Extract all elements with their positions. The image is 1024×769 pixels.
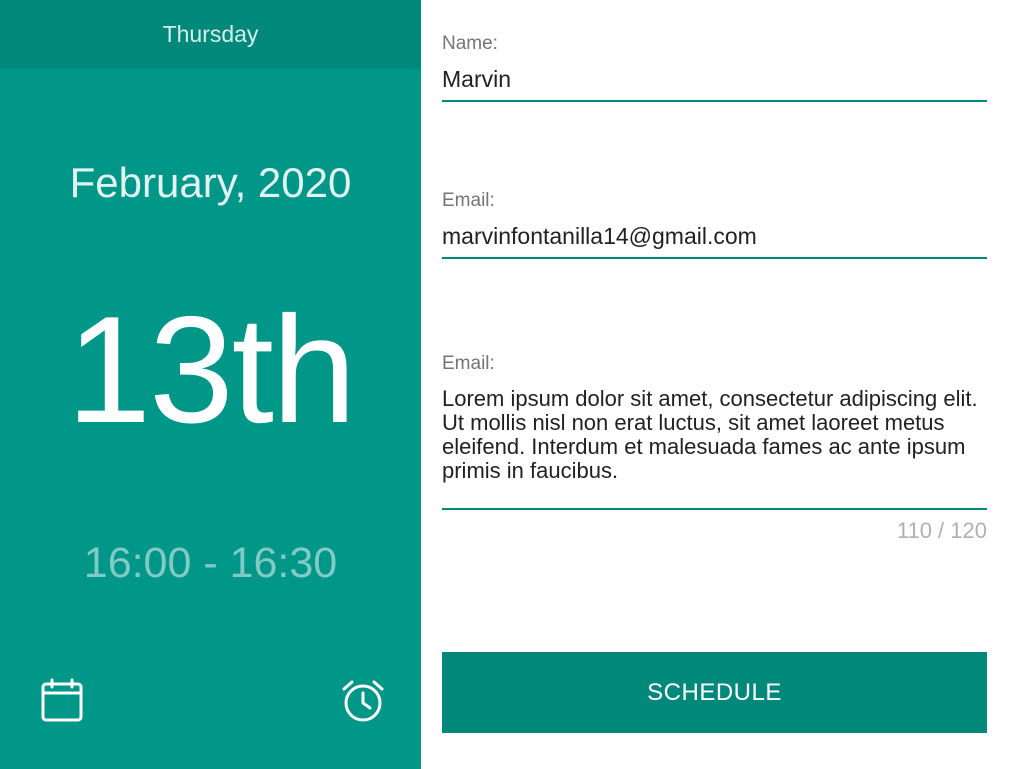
weekday-header: Thursday — [0, 0, 421, 69]
message-textarea[interactable]: Lorem ipsum dolor sit amet, consectetur … — [442, 387, 987, 507]
alarm-button[interactable] — [339, 677, 387, 725]
alarm-clock-icon — [342, 680, 384, 722]
schedule-form: Name: Email: Email: Lorem ipsum dolor si… — [442, 0, 987, 769]
schedule-button[interactable]: SCHEDULE — [442, 652, 987, 733]
character-counter: 110 / 120 — [896, 518, 987, 543]
calendar-icon — [41, 678, 83, 722]
time-range: 16:00 - 16:30 — [83, 539, 338, 587]
email-underline — [442, 257, 987, 259]
app-window: Thursday February, 2020 13th 16:00 - 16:… — [0, 0, 1024, 769]
email-label: Email: — [442, 190, 495, 211]
day-number: 13th — [66, 285, 357, 455]
name-label: Name: — [442, 33, 498, 54]
name-underline — [442, 100, 987, 102]
calendar-button[interactable] — [38, 677, 86, 725]
month-year: February, 2020 — [69, 159, 352, 206]
message-label: Email: — [442, 353, 495, 374]
message-underline — [442, 508, 987, 510]
name-input[interactable] — [442, 64, 987, 94]
date-panel: Thursday February, 2020 13th 16:00 - 16:… — [0, 0, 421, 769]
email-input[interactable] — [442, 221, 987, 251]
